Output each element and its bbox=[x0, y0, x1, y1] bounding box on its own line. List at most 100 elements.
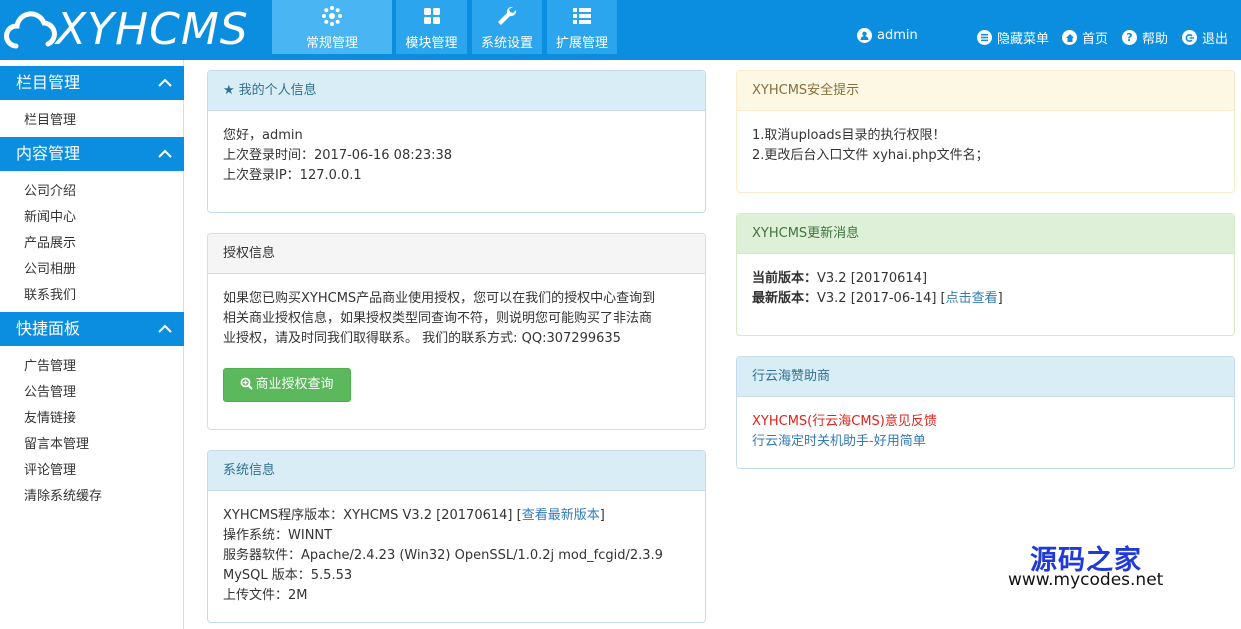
license-text-line: 相关商业授权信息，如果授权类型同查询不符，则说明您可能购买了非法商 bbox=[223, 311, 653, 326]
sidebar-item[interactable]: 栏目管理 bbox=[24, 109, 76, 128]
tab-label: 常规管理 bbox=[305, 36, 358, 51]
panel-title: 授权信息 bbox=[223, 246, 276, 261]
logout-icon bbox=[1182, 30, 1197, 45]
upload-info: 上传文件：2M bbox=[223, 588, 308, 603]
search-plus-icon bbox=[241, 377, 254, 390]
update-panel: XYHCMS更新消息 当前版本：V3.2 [20170614] 最新版本：V3.… bbox=[736, 213, 1235, 336]
logo-text: XYHCMS bbox=[56, 4, 249, 55]
wrench-icon bbox=[498, 6, 517, 25]
license-text-line: 业授权，请及时同我们取得联系。 我们的联系方式: QQ:307299635 bbox=[223, 331, 621, 346]
top-header: XYHCMS 常规管理 模块管理 系统设置 扩展管理 admin 隐藏菜单 首页… bbox=[0, 0, 1241, 60]
tab-label: 扩展管理 bbox=[555, 36, 608, 51]
tab-extensions[interactable]: 扩展管理 bbox=[547, 0, 617, 54]
server-info: 服务器软件：Apache/2.4.23 (Win32) OpenSSL/1.0.… bbox=[223, 548, 663, 563]
sidebar-item[interactable]: 公司相册 bbox=[24, 258, 76, 277]
sidebar-item[interactable]: 联系我们 bbox=[24, 284, 76, 303]
logout-link[interactable]: 退出 bbox=[1182, 28, 1228, 47]
help-link[interactable]: ? 帮助 bbox=[1122, 28, 1168, 47]
security-tip: 2.更改后台入口文件 xyhai.php文件名； bbox=[752, 148, 989, 163]
button-label: 商业授权查询 bbox=[255, 377, 334, 392]
sidebar-item[interactable]: 公司介绍 bbox=[24, 180, 76, 199]
sidebar-item[interactable]: 新闻中心 bbox=[24, 206, 76, 225]
home-label: 首页 bbox=[1082, 32, 1109, 47]
grid-icon bbox=[423, 8, 440, 24]
sidebar-item[interactable]: 广告管理 bbox=[24, 355, 76, 374]
greeting-text: 您好，admin bbox=[223, 128, 303, 143]
current-version-label: 当前版本： bbox=[752, 271, 818, 286]
last-login-time: 上次登录时间：2017-06-16 08:23:38 bbox=[223, 148, 453, 163]
panel-header: 授权信息 bbox=[208, 234, 705, 274]
security-tips-panel: XYHCMS安全提示 1.取消uploads目录的执行权限！ 2.更改后台入口文… bbox=[736, 70, 1235, 193]
home-icon bbox=[1062, 30, 1077, 45]
cloud-logo-icon bbox=[4, 11, 57, 49]
sidebar-section-header[interactable]: 栏目管理 bbox=[0, 66, 184, 100]
system-info-panel: 系统信息 XYHCMS程序版本：XYHCMS V3.2 [20170614] [… bbox=[207, 450, 706, 623]
tab-label: 系统设置 bbox=[480, 36, 533, 51]
sidebar-item[interactable]: 评论管理 bbox=[24, 459, 76, 478]
watermark-url: www.mycodes.net bbox=[1008, 570, 1164, 590]
help-label: 帮助 bbox=[1142, 32, 1169, 47]
tab-system-settings[interactable]: 系统设置 bbox=[472, 0, 542, 54]
check-latest-link[interactable]: 查看最新版本 bbox=[522, 508, 600, 523]
sidebar-item[interactable]: 产品展示 bbox=[24, 232, 76, 251]
sidebar-item[interactable]: 公告管理 bbox=[24, 381, 76, 400]
logo[interactable]: XYHCMS bbox=[0, 0, 272, 60]
panel-body: 如果您已购买XYHCMS产品商业使用授权，您可以在我们的授权中心查询到 相关商业… bbox=[208, 274, 705, 349]
panel-header: 行云海赞助商 bbox=[737, 357, 1234, 397]
panel-header: XYHCMS安全提示 bbox=[737, 71, 1234, 111]
list-icon bbox=[573, 8, 591, 24]
menu-icon bbox=[977, 30, 992, 45]
panel-body: XYHCMS(行云海CMS)意见反馈 行云海定时关机助手-好用简单 bbox=[737, 397, 1234, 452]
username: admin bbox=[877, 28, 918, 43]
security-tip: 1.取消uploads目录的执行权限！ bbox=[752, 128, 946, 143]
view-update-link[interactable]: 点击查看 bbox=[946, 291, 998, 306]
panel-title: 系统信息 bbox=[223, 463, 276, 478]
section-title: 栏目管理 bbox=[16, 73, 81, 92]
panel-header: XYHCMS更新消息 bbox=[737, 214, 1234, 254]
panel-title: XYHCMS安全提示 bbox=[752, 83, 860, 98]
section-title: 快捷面板 bbox=[16, 319, 81, 338]
home-link[interactable]: 首页 bbox=[1062, 28, 1108, 47]
profile-panel: ★ 我的个人信息 您好，admin 上次登录时间：2017-06-16 08:23… bbox=[207, 70, 706, 213]
license-text-line: 如果您已购买XYHCMS产品商业使用授权，您可以在我们的授权中心查询到 bbox=[223, 291, 656, 306]
sidebar: 栏目管理 栏目管理 内容管理 公司介绍 新闻中心 产品展示 公司相册 联系我们 … bbox=[0, 60, 184, 629]
panel-title: 我的个人信息 bbox=[238, 83, 317, 98]
chevron-up-icon bbox=[158, 149, 172, 158]
current-version-value: V3.2 [20170614] bbox=[817, 271, 928, 286]
feedback-link[interactable]: XYHCMS(行云海CMS)意见反馈 bbox=[752, 412, 1219, 432]
tab-modules[interactable]: 模块管理 bbox=[396, 0, 467, 54]
current-version: 当前版本：V3.2 [20170614] bbox=[752, 269, 1219, 289]
sidebar-item[interactable]: 友情链接 bbox=[24, 407, 76, 426]
panel-header: 系统信息 bbox=[208, 451, 705, 491]
version-text: XYHCMS程序版本：XYHCMS V3.2 [20170614] [ bbox=[223, 508, 522, 523]
panel-body: 当前版本：V3.2 [20170614] 最新版本：V3.2 [2017-06-… bbox=[737, 254, 1234, 309]
panel-header: ★ 我的个人信息 bbox=[208, 71, 705, 111]
license-query-button[interactable]: 商业授权查询 bbox=[223, 368, 351, 402]
panel-title: 行云海赞助商 bbox=[752, 369, 831, 384]
user-menu[interactable]: admin bbox=[857, 28, 918, 43]
sidebar-section-header[interactable]: 快捷面板 bbox=[0, 312, 184, 346]
last-login-ip: 上次登录IP：127.0.0.1 bbox=[223, 168, 362, 183]
chevron-up-icon bbox=[158, 324, 172, 333]
license-panel: 授权信息 如果您已购买XYHCMS产品商业使用授权，您可以在我们的授权中心查询到… bbox=[207, 233, 706, 430]
shutdown-helper-link[interactable]: 行云海定时关机助手-好用简单 bbox=[752, 432, 1219, 452]
latest-version-value: V3.2 [2017-06-14] [ bbox=[817, 291, 946, 306]
latest-version: 最新版本：V3.2 [2017-06-14] [点击查看] bbox=[752, 289, 1219, 309]
os-info: 操作系统：WINNT bbox=[223, 528, 333, 543]
sidebar-item[interactable]: 留言本管理 bbox=[24, 433, 89, 452]
logout-label: 退出 bbox=[1202, 32, 1229, 47]
panel-title: XYHCMS更新消息 bbox=[752, 226, 860, 241]
tab-label: 模块管理 bbox=[405, 36, 458, 51]
latest-version-label: 最新版本： bbox=[752, 291, 818, 306]
user-icon bbox=[857, 28, 872, 43]
bracket-close: ] bbox=[997, 291, 1003, 306]
program-version: XYHCMS程序版本：XYHCMS V3.2 [20170614] [查看最新版… bbox=[223, 506, 690, 526]
panel-body: 您好，admin 上次登录时间：2017-06-16 08:23:38 上次登录… bbox=[208, 111, 705, 186]
hide-menu-link[interactable]: 隐藏菜单 bbox=[977, 28, 1049, 47]
panel-body: XYHCMS程序版本：XYHCMS V3.2 [20170614] [查看最新版… bbox=[208, 491, 705, 606]
sidebar-section-header[interactable]: 内容管理 bbox=[0, 137, 184, 171]
tab-routine[interactable]: 常规管理 bbox=[272, 0, 392, 54]
sidebar-item[interactable]: 清除系统缓存 bbox=[24, 485, 102, 504]
hide-menu-label: 隐藏菜单 bbox=[997, 32, 1050, 47]
panel-body: 1.取消uploads目录的执行权限！ 2.更改后台入口文件 xyhai.php… bbox=[737, 111, 1234, 166]
